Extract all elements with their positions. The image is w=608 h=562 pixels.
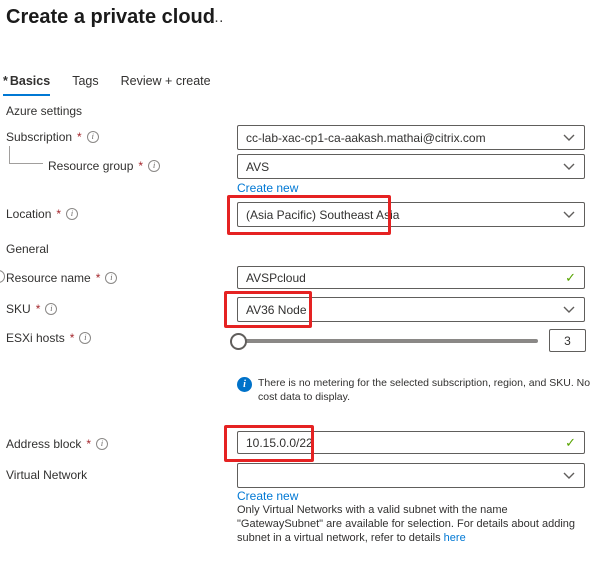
required-asterisk: *: [70, 331, 75, 345]
resource-group-create-new-link[interactable]: Create new: [237, 181, 298, 195]
chevron-down-icon: [563, 131, 575, 145]
subscription-label-text: Subscription: [6, 130, 72, 144]
virtual-network-help-here-link[interactable]: here: [444, 532, 466, 544]
esxi-hosts-value-box[interactable]: 3: [549, 329, 586, 352]
sku-label: SKU * i: [6, 302, 57, 316]
info-icon[interactable]: i: [148, 160, 160, 172]
chevron-down-icon: [563, 469, 575, 483]
resource-name-input[interactable]: AVSPcloud ✓: [237, 266, 585, 289]
tab-required-mark: *: [3, 74, 8, 88]
tab-basics-label: Basics: [10, 74, 50, 88]
tab-basics[interactable]: *Basics: [3, 74, 50, 96]
location-label-text: Location: [6, 207, 51, 221]
esxi-slider-track[interactable]: [244, 339, 538, 343]
sku-value: AV36 Node: [246, 303, 307, 317]
subscription-label: Subscription * i: [6, 130, 99, 144]
location-label: Location * i: [6, 207, 78, 221]
chevron-down-icon: [563, 208, 575, 222]
info-icon[interactable]: i: [96, 438, 108, 450]
valid-check-icon: ✓: [565, 435, 576, 451]
ellipsis-menu-icon[interactable]: …: [209, 9, 225, 26]
address-block-value: 10.15.0.0/22: [246, 436, 313, 450]
info-icon[interactable]: i: [45, 303, 57, 315]
esxi-hosts-label: ESXi hosts * i: [6, 331, 91, 345]
chevron-down-icon: [563, 303, 575, 317]
tree-connector-vertical: [9, 146, 10, 163]
section-general: General: [6, 242, 49, 256]
tree-connector-horizontal: [9, 163, 43, 164]
virtual-network-create-new-link[interactable]: Create new: [237, 489, 298, 503]
resource-name-value: AVSPcloud: [246, 271, 306, 285]
section-azure-settings: Azure settings: [6, 104, 82, 118]
required-asterisk: *: [96, 271, 101, 285]
resource-group-label: Resource group * i: [48, 159, 160, 173]
create-private-cloud-page: Create a private cloud … *Basics Tags Re…: [0, 0, 608, 562]
resource-name-label: Resource name * i: [6, 271, 117, 285]
resource-group-value: AVS: [246, 160, 269, 174]
tab-tags[interactable]: Tags: [72, 74, 98, 96]
required-asterisk: *: [36, 302, 41, 316]
address-block-label: Address block * i: [6, 437, 108, 451]
valid-check-icon: ✓: [565, 270, 576, 286]
tab-tags-label: Tags: [72, 74, 98, 88]
sku-dropdown[interactable]: AV36 Node: [237, 297, 585, 322]
tab-review-create-label: Review + create: [121, 74, 211, 88]
address-block-input[interactable]: 10.15.0.0/22 ✓: [237, 431, 585, 454]
resource-group-label-text: Resource group: [48, 159, 133, 173]
required-asterisk: *: [138, 159, 143, 173]
info-banner-icon: i: [237, 377, 252, 392]
chevron-down-icon: [563, 160, 575, 174]
info-icon[interactable]: i: [79, 332, 91, 344]
location-dropdown[interactable]: (Asia Pacific) Southeast Asia: [237, 202, 585, 227]
required-asterisk: *: [56, 207, 61, 221]
sku-label-text: SKU: [6, 302, 31, 316]
required-asterisk: *: [77, 130, 82, 144]
clipped-info-icon: [0, 270, 5, 283]
info-banner-text: There is no metering for the selected su…: [258, 376, 594, 404]
address-block-label-text: Address block: [6, 437, 81, 451]
esxi-slider-handle[interactable]: [230, 333, 247, 350]
virtual-network-help-body: Only Virtual Networks with a valid subne…: [237, 504, 575, 544]
virtual-network-label: Virtual Network: [6, 468, 87, 482]
subscription-value: cc-lab-xac-cp1-ca-aakash.mathai@citrix.c…: [246, 131, 486, 145]
info-icon[interactable]: i: [87, 131, 99, 143]
location-value: (Asia Pacific) Southeast Asia: [246, 208, 399, 222]
info-icon[interactable]: i: [105, 272, 117, 284]
virtual-network-label-text: Virtual Network: [6, 468, 87, 482]
resource-group-dropdown[interactable]: AVS: [237, 154, 585, 179]
page-title: Create a private cloud: [6, 6, 215, 29]
virtual-network-dropdown[interactable]: [237, 463, 585, 488]
tab-review-create[interactable]: Review + create: [121, 74, 211, 96]
info-icon[interactable]: i: [66, 208, 78, 220]
virtual-network-help-text: Only Virtual Networks with a valid subne…: [237, 503, 593, 545]
wizard-tabs: *Basics Tags Review + create: [3, 74, 211, 96]
subscription-dropdown[interactable]: cc-lab-xac-cp1-ca-aakash.mathai@citrix.c…: [237, 125, 585, 150]
resource-name-label-text: Resource name: [6, 271, 91, 285]
esxi-hosts-value: 3: [564, 334, 571, 348]
required-asterisk: *: [86, 437, 91, 451]
esxi-hosts-label-text: ESXi hosts: [6, 331, 65, 345]
